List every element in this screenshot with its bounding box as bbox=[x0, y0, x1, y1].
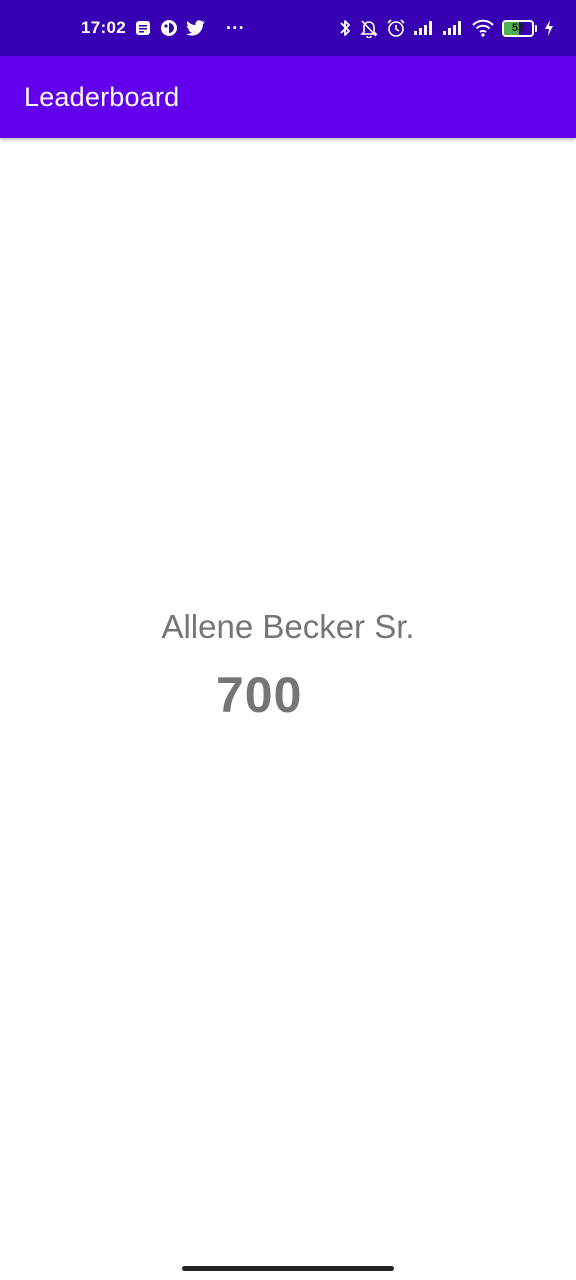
status-time: 17:02 bbox=[81, 18, 126, 37]
alarm-icon bbox=[386, 18, 406, 38]
app-circle-icon bbox=[160, 19, 178, 37]
signal-icon bbox=[442, 20, 464, 36]
more-notifications-indicator: ··· bbox=[225, 17, 245, 38]
player-score: 700 bbox=[216, 667, 303, 723]
gesture-navigation-handle[interactable] bbox=[182, 1266, 394, 1271]
battery-icon: 53 bbox=[502, 19, 537, 37]
signal-icon bbox=[413, 20, 435, 36]
leaderboard-content: Allene Becker Sr. 700 bbox=[0, 138, 576, 1258]
status-right: 53 bbox=[338, 0, 554, 56]
twitter-bird-icon bbox=[185, 19, 206, 37]
bluetooth-icon bbox=[338, 18, 352, 38]
player-name: Allene Becker Sr. bbox=[161, 608, 415, 645]
battery-level: 53 bbox=[511, 21, 525, 34]
battery-body: 53 bbox=[502, 19, 534, 37]
charging-icon bbox=[544, 20, 554, 36]
status-bar: 17:02 ··· 53 bbox=[0, 0, 576, 56]
notes-icon bbox=[134, 19, 152, 37]
app-bar: Leaderboard bbox=[0, 56, 576, 138]
app-bar-title: Leaderboard bbox=[24, 81, 180, 112]
wifi-icon bbox=[471, 19, 495, 37]
battery-cap bbox=[535, 24, 537, 32]
bell-off-icon bbox=[359, 18, 379, 38]
status-left: 17:02 ··· bbox=[81, 0, 245, 56]
